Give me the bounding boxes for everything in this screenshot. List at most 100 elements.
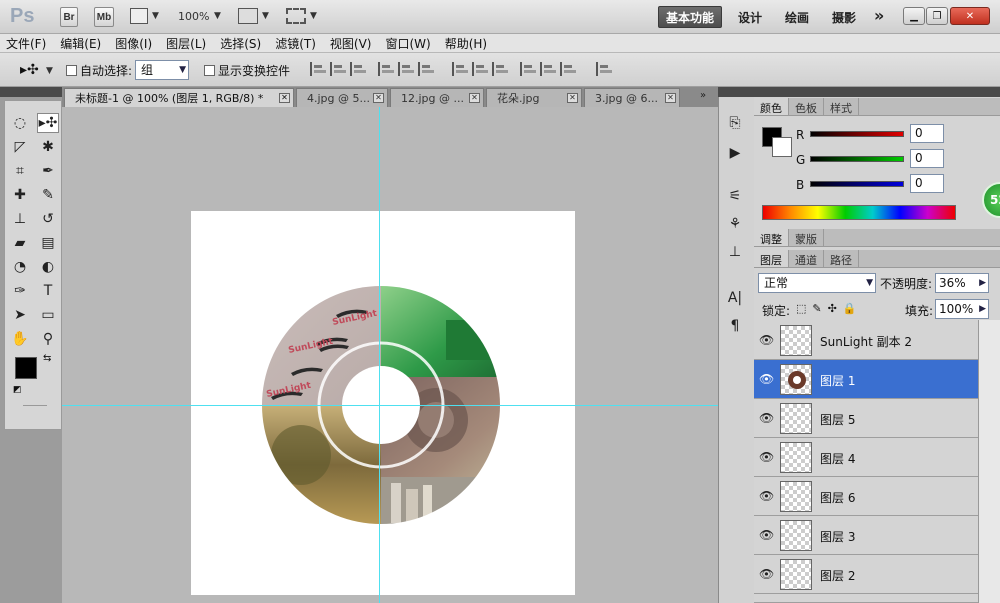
- red-slider[interactable]: [810, 131, 904, 137]
- menu-image[interactable]: 图像(I): [115, 35, 152, 52]
- eye-icon[interactable]: 👁: [759, 567, 774, 581]
- chevron-down-icon[interactable]: ▼: [152, 11, 159, 21]
- lock-position-icon[interactable]: ✣: [828, 302, 837, 315]
- toolbox-header[interactable]: [0, 87, 62, 97]
- workspace-painting-button[interactable]: 绘画: [785, 9, 809, 26]
- tab-channels[interactable]: 通道: [789, 250, 824, 267]
- eraser-tool-icon[interactable]: ▰: [9, 233, 31, 253]
- color-spectrum-bar[interactable]: [762, 205, 956, 220]
- green-slider[interactable]: [810, 156, 904, 162]
- layer-row-partial[interactable]: [754, 594, 978, 603]
- crop-tool-icon[interactable]: ⌗: [9, 161, 31, 181]
- menu-select[interactable]: 选择(S): [220, 35, 261, 52]
- more-workspaces-button[interactable]: »: [874, 6, 884, 25]
- path-select-tool-icon[interactable]: ➤: [9, 305, 31, 325]
- menu-help[interactable]: 帮助(H): [445, 35, 487, 52]
- close-icon[interactable]: ✕: [279, 93, 290, 103]
- zoom-level[interactable]: 100%: [178, 10, 209, 23]
- minimize-button[interactable]: ▁: [903, 7, 925, 25]
- tab-12-jpg[interactable]: 12.jpg @ ... ✕: [390, 88, 484, 107]
- menu-layer[interactable]: 图层(L): [166, 35, 206, 52]
- auto-select-checkbox[interactable]: [66, 65, 77, 76]
- close-button[interactable]: ✕: [950, 7, 990, 25]
- layer-row-layer-1[interactable]: 👁 图层 1: [754, 360, 978, 399]
- chevron-down-icon[interactable]: ▼: [214, 11, 221, 21]
- blend-mode-dropdown[interactable]: 正常 ▼: [758, 273, 876, 293]
- red-value-input[interactable]: 0: [910, 124, 944, 143]
- clone-stamp-tool-icon[interactable]: ⊥: [9, 209, 31, 229]
- close-icon[interactable]: ✕: [373, 93, 384, 103]
- align-bottom-icon[interactable]: [350, 62, 366, 76]
- quick-select-tool-icon[interactable]: ✱: [37, 137, 59, 157]
- panels-header[interactable]: [754, 87, 1000, 97]
- menu-window[interactable]: 窗口(W): [385, 35, 430, 52]
- lasso-tool-icon[interactable]: ◸: [9, 137, 31, 157]
- clone-source-icon[interactable]: ⊥: [724, 242, 746, 262]
- eyedropper-tool-icon[interactable]: ✒: [37, 161, 59, 181]
- tab-layers[interactable]: 图层: [754, 250, 789, 267]
- horizontal-guide[interactable]: [62, 405, 718, 406]
- brush-tool-icon[interactable]: ✎: [37, 185, 59, 205]
- fill-input[interactable]: 100% ▶: [935, 299, 989, 319]
- menu-filter[interactable]: 滤镜(T): [275, 35, 316, 52]
- tab-paths[interactable]: 路径: [824, 250, 859, 267]
- default-colors-icon[interactable]: ◩: [13, 385, 22, 395]
- brush-presets-icon[interactable]: ⚟: [724, 186, 746, 206]
- type-tool-icon[interactable]: T: [37, 281, 59, 301]
- align-right-icon[interactable]: [418, 62, 434, 76]
- layers-scrollbar[interactable]: [978, 320, 1000, 603]
- distribute-vcenter-icon[interactable]: [472, 62, 488, 76]
- tab-swatches[interactable]: 色板: [789, 98, 824, 115]
- align-top-icon[interactable]: [310, 62, 326, 76]
- layer-row-layer-2[interactable]: 👁 图层 2: [754, 555, 978, 594]
- paragraph-panel-icon[interactable]: ¶: [724, 316, 746, 336]
- rectangle-tool-icon[interactable]: ▭: [37, 305, 59, 325]
- tab-overflow-icon[interactable]: »: [700, 90, 706, 101]
- gradient-tool-icon[interactable]: ▤: [37, 233, 59, 253]
- history-panel-icon[interactable]: ⎘: [724, 113, 746, 133]
- color-panel-background-swatch[interactable]: [772, 137, 792, 157]
- view-extras-icon[interactable]: [130, 8, 148, 24]
- auto-select-target-dropdown[interactable]: 组 ▼: [135, 60, 189, 80]
- tab-color[interactable]: 颜色: [754, 98, 789, 115]
- workspace-design-button[interactable]: 设计: [738, 9, 762, 26]
- move-tool-icon[interactable]: ▸✣: [37, 113, 59, 133]
- zoom-tool-icon[interactable]: ⚲: [37, 329, 59, 349]
- distribute-left-icon[interactable]: [520, 62, 536, 76]
- layer-row-layer-6[interactable]: 👁 图层 6: [754, 477, 978, 516]
- vertical-guide[interactable]: [379, 107, 380, 603]
- workspace-essentials-button[interactable]: 基本功能: [658, 6, 722, 28]
- eye-icon[interactable]: 👁: [759, 528, 774, 542]
- restore-button[interactable]: ❐: [926, 7, 948, 25]
- distribute-hcenter-icon[interactable]: [540, 62, 556, 76]
- align-hcenter-icon[interactable]: [398, 62, 414, 76]
- healing-brush-tool-icon[interactable]: ✚: [9, 185, 31, 205]
- hand-tool-icon[interactable]: ✋: [9, 329, 31, 349]
- tab-masks[interactable]: 蒙版: [789, 229, 824, 246]
- menu-view[interactable]: 视图(V): [330, 35, 372, 52]
- marquee-tool-icon[interactable]: ◌: [9, 113, 31, 133]
- pen-tool-icon[interactable]: ✑: [9, 281, 31, 301]
- align-vcenter-icon[interactable]: [330, 62, 346, 76]
- swap-colors-icon[interactable]: ⇆: [43, 353, 51, 364]
- show-transform-checkbox[interactable]: [204, 65, 215, 76]
- opacity-input[interactable]: 36% ▶: [935, 273, 989, 293]
- close-icon[interactable]: ✕: [469, 93, 480, 103]
- layer-row-layer-5[interactable]: 👁 图层 5: [754, 399, 978, 438]
- eye-icon[interactable]: 👁: [759, 450, 774, 464]
- distribute-right-icon[interactable]: [560, 62, 576, 76]
- menu-file[interactable]: 文件(F): [6, 35, 46, 52]
- distribute-top-icon[interactable]: [452, 62, 468, 76]
- actions-panel-icon[interactable]: ▶: [724, 143, 746, 163]
- close-icon[interactable]: ✕: [665, 93, 676, 103]
- green-value-input[interactable]: 0: [910, 149, 944, 168]
- chevron-down-icon[interactable]: ▼: [310, 11, 317, 21]
- mini-bridge-button[interactable]: Mb: [94, 7, 114, 27]
- layer-row-layer-3[interactable]: 👁 图层 3: [754, 516, 978, 555]
- tab-4-jpg[interactable]: 4.jpg @ 5... ✕: [296, 88, 388, 107]
- layer-row-layer-4[interactable]: 👁 图层 4: [754, 438, 978, 477]
- tab-untitled-1[interactable]: 未标题-1 @ 100% (图层 1, RGB/8) * ✕: [64, 88, 294, 107]
- workspace-photography-button[interactable]: 摄影: [832, 9, 856, 26]
- eye-icon[interactable]: 👁: [759, 489, 774, 503]
- brush-panel-icon[interactable]: ⚘: [724, 214, 746, 234]
